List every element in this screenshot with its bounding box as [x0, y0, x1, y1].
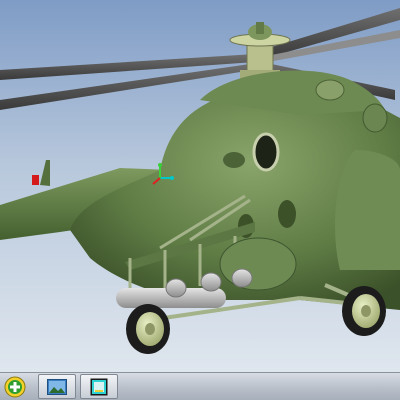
green-plus-icon [4, 376, 26, 397]
tail-warning-light [32, 175, 39, 185]
side-window [252, 132, 280, 172]
side-bulge [223, 152, 245, 168]
rotor-blade-left-upper [0, 54, 255, 80]
display-button[interactable] [80, 374, 118, 399]
picture-icon [47, 378, 67, 395]
porthole-1 [278, 200, 296, 228]
left-wheel [126, 304, 170, 354]
right-wheel [342, 286, 386, 336]
add-button[interactable] [2, 374, 28, 399]
engine-exhaust [362, 103, 388, 133]
cyan-square-icon [90, 378, 108, 395]
3d-viewport[interactable] [0, 0, 400, 372]
cockpit-nose [335, 150, 400, 270]
taskbar [0, 372, 400, 400]
view-button[interactable] [38, 374, 76, 399]
engine-intake [315, 79, 345, 101]
helicopter-model[interactable] [0, 0, 400, 372]
tail-antenna [40, 160, 50, 186]
fuel-tank [219, 237, 297, 291]
